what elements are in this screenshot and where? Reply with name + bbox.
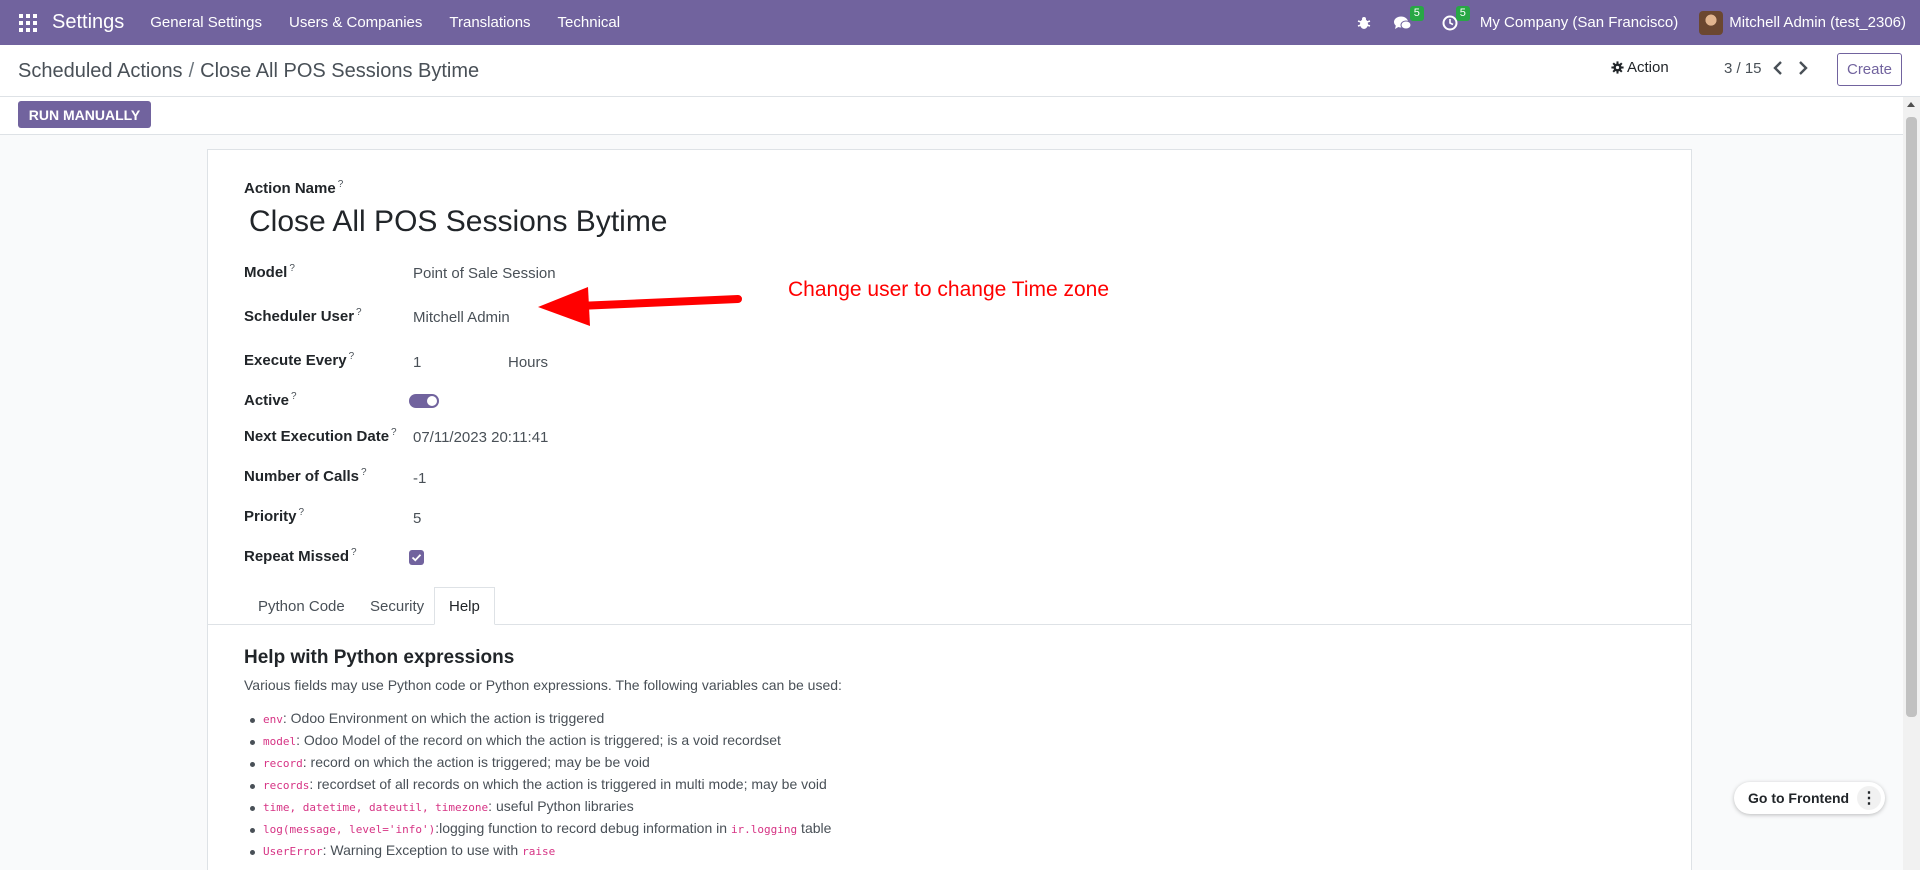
activities-count-badge: 5 (1455, 5, 1470, 21)
top-navbar: Settings General Settings Users & Compan… (0, 0, 1920, 45)
tab-help[interactable]: Help (434, 587, 495, 625)
breadcrumb-scheduled-actions[interactable]: Scheduled Actions (18, 60, 183, 82)
form-statusbar: RUN MANUALLY (0, 97, 1920, 135)
help-variables-list: env: Odoo Environment on which the actio… (244, 710, 831, 864)
action-label: Action (1627, 59, 1669, 76)
breadcrumb-current: Close All POS Sessions Bytime (200, 60, 480, 82)
menu-technical[interactable]: Technical (558, 14, 621, 31)
list-item: UserError: Warning Exception to use with… (244, 842, 831, 864)
priority-label: Priority? (244, 507, 305, 525)
go-to-frontend-button[interactable]: Go to Frontend (1748, 790, 1849, 806)
execute-every-label: Execute Every? (244, 351, 355, 369)
repeat-missed-checkbox[interactable] (409, 550, 424, 565)
pager-previous-icon[interactable] (1773, 59, 1783, 80)
help-tooltip-icon[interactable]: ? (361, 467, 367, 478)
form-sheet: Action Name? Close All POS Sessions Byti… (207, 149, 1692, 870)
pager-next-icon[interactable] (1798, 59, 1808, 80)
apps-menu-icon[interactable] (19, 13, 37, 32)
execute-every-unit-select[interactable]: Hours (508, 354, 548, 371)
next-execution-date-field[interactable]: 07/11/2023 20:11:41 (413, 429, 548, 446)
breadcrumb-separator: / (188, 60, 195, 82)
help-tooltip-icon[interactable]: ? (349, 351, 355, 362)
scrollbar-thumb[interactable] (1906, 117, 1917, 717)
help-tooltip-icon[interactable]: ? (289, 263, 295, 274)
active-label: Active? (244, 391, 297, 409)
menu-general-settings[interactable]: General Settings (150, 14, 262, 31)
list-item: time, datetime, dateutil, timezone: usef… (244, 798, 831, 820)
list-item: env: Odoo Environment on which the actio… (244, 710, 831, 732)
list-item: model: Odoo Model of the record on which… (244, 732, 831, 754)
action-name-label: Action Name? (244, 179, 344, 197)
help-tooltip-icon[interactable]: ? (291, 391, 297, 402)
annotation-arrow-icon (538, 287, 742, 326)
list-item: log(message, level='info'):logging funct… (244, 820, 831, 842)
run-manually-button[interactable]: RUN MANUALLY (18, 101, 151, 128)
more-options-icon[interactable]: ⋮ (1857, 786, 1881, 810)
help-intro: Various fields may use Python code or Py… (244, 677, 842, 693)
breadcrumb: Scheduled Actions / Close All POS Sessions… (18, 60, 479, 83)
execute-every-number-field[interactable]: 1 (413, 354, 421, 371)
app-name[interactable]: Settings (52, 11, 124, 34)
go-to-frontend-widget: Go to Frontend ⋮ (1734, 782, 1885, 814)
annotation-note: Change user to change Time zone (788, 278, 1110, 301)
notebook-tabs: Python Code Security Help (208, 587, 1691, 625)
tab-security[interactable]: Security (356, 587, 438, 625)
scheduler-user-label: Scheduler User? (244, 307, 362, 325)
help-tooltip-icon[interactable]: ? (391, 427, 397, 438)
menu-translations[interactable]: Translations (449, 14, 530, 31)
number-of-calls-field[interactable]: -1 (413, 470, 426, 487)
action-name-field[interactable]: Close All POS Sessions Bytime (249, 205, 668, 239)
pager-value[interactable]: 3 / 15 (1724, 60, 1762, 77)
scheduler-user-field[interactable]: Mitchell Admin (413, 309, 510, 326)
activities-clock-icon[interactable]: 5 (1442, 5, 1470, 31)
menu-users-companies[interactable]: Users & Companies (289, 14, 422, 31)
help-tooltip-icon[interactable]: ? (299, 507, 305, 518)
gear-icon (1611, 61, 1624, 74)
action-menu-button[interactable]: Action (1611, 59, 1669, 76)
create-button[interactable]: Create (1837, 53, 1902, 86)
active-toggle[interactable] (409, 394, 439, 408)
repeat-missed-label: Repeat Missed? (244, 547, 357, 565)
help-tooltip-icon[interactable]: ? (338, 179, 344, 190)
navbar-systray: 5 5 My Company (San Francisco) Mitchell … (1356, 0, 1920, 45)
messages-count-badge: 5 (1409, 5, 1424, 21)
priority-field[interactable]: 5 (413, 510, 421, 527)
tab-python-code[interactable]: Python Code (244, 587, 359, 625)
help-tooltip-icon[interactable]: ? (351, 547, 357, 558)
user-avatar[interactable] (1699, 10, 1724, 35)
list-item: records: recordset of all records on whi… (244, 776, 831, 798)
checkmark-icon (411, 554, 422, 562)
company-switcher[interactable]: My Company (San Francisco) (1480, 14, 1678, 31)
model-label: Model? (244, 263, 295, 281)
scrollbar[interactable] (1903, 97, 1920, 870)
messages-chat-icon[interactable]: 5 (1393, 5, 1424, 31)
next-execution-date-label: Next Execution Date? (244, 427, 397, 445)
number-of-calls-label: Number of Calls? (244, 467, 367, 485)
help-tooltip-icon[interactable]: ? (356, 307, 362, 318)
list-item: record: record on which the action is tr… (244, 754, 831, 776)
user-menu[interactable]: Mitchell Admin (test_2306) (1729, 14, 1906, 31)
help-title: Help with Python expressions (244, 647, 515, 668)
debug-bug-icon[interactable] (1356, 15, 1372, 31)
scroll-up-icon[interactable] (1907, 102, 1915, 107)
control-panel: Scheduled Actions / Close All POS Sessions… (0, 45, 1920, 97)
